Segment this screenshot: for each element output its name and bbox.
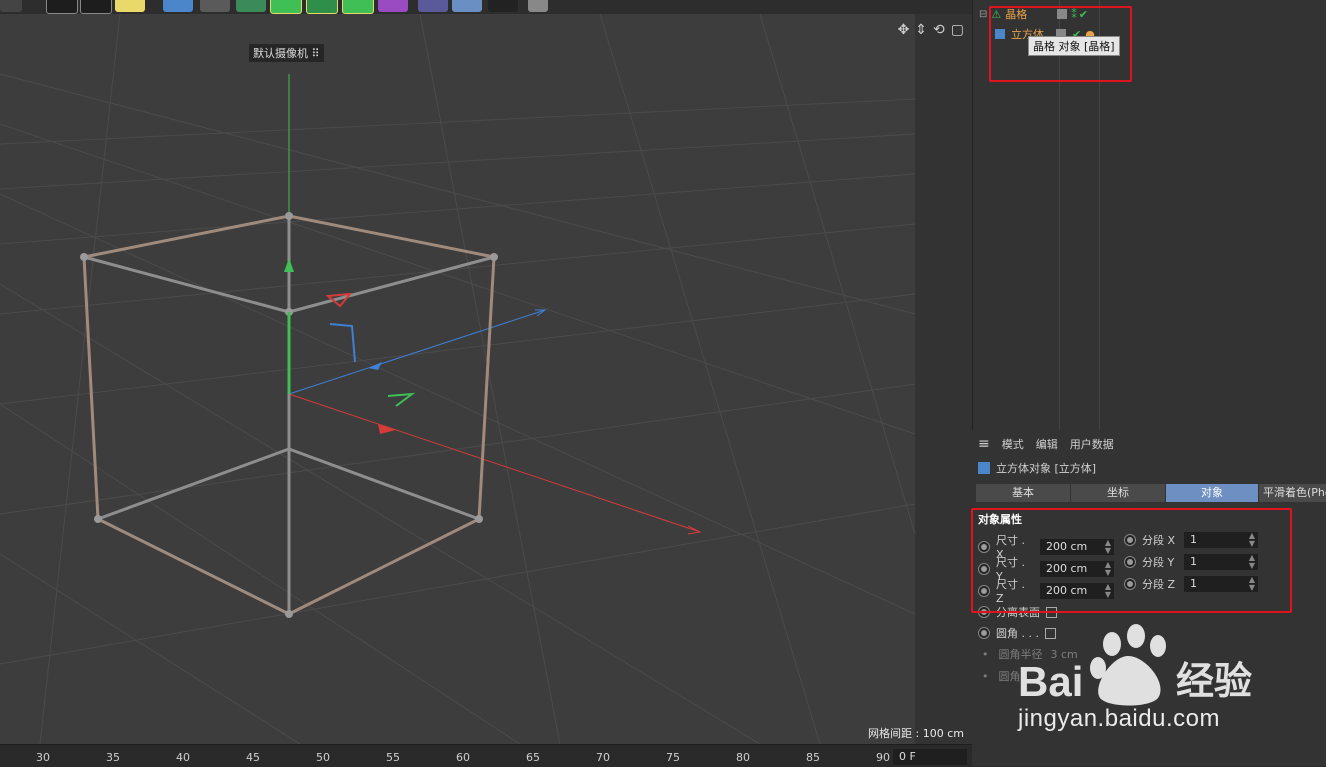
timeline-tick: 60 — [456, 751, 470, 764]
timeline-tick: 70 — [596, 751, 610, 764]
y-axis-arrow-head[interactable] — [284, 258, 294, 272]
x-axis-line — [288, 393, 701, 533]
grid-spacing-readout: 网格间距 : 100 cm — [868, 727, 964, 740]
attribute-tabs: 基本 坐标 对象 平滑着色(Pho — [976, 484, 1326, 502]
light-icon[interactable] — [528, 0, 548, 12]
play-icon[interactable] — [80, 0, 112, 14]
timeline-tick: 80 — [736, 751, 750, 764]
deformer-icon[interactable] — [378, 0, 408, 12]
move-view-icon[interactable]: ✥ — [898, 22, 910, 38]
camera-label-text: 默认摄像机 — [253, 47, 308, 60]
object-title: 立方体对象 [立方体] — [978, 460, 1096, 476]
floor-grid — [0, 14, 916, 744]
camera-label[interactable]: 默认摄像机 ⠿ — [249, 44, 324, 62]
timeline-tick: 45 — [246, 751, 260, 764]
spline-icon[interactable] — [200, 0, 230, 12]
object-title-text: 立方体对象 [立方体] — [996, 462, 1097, 475]
rotate-view-icon[interactable]: ⟲ — [933, 22, 945, 38]
floor-icon[interactable] — [452, 0, 482, 12]
disabled-dot-icon: • — [982, 647, 989, 661]
camera-icon: ⠿ — [311, 47, 320, 60]
viewport-canvas[interactable] — [0, 14, 972, 744]
array-icon[interactable] — [306, 0, 338, 14]
cube-icon — [978, 462, 990, 474]
timeline-tick: 35 — [106, 751, 120, 764]
rotation-handle-z[interactable] — [329, 323, 356, 363]
keyframe-radio[interactable] — [978, 627, 990, 639]
tab-basic[interactable]: 基本 — [976, 484, 1071, 502]
highlight-box-properties — [971, 508, 1292, 613]
viewport-side-strip — [915, 14, 972, 744]
deformer-group-icon[interactable] — [342, 0, 374, 14]
timeline-tick: 75 — [666, 751, 680, 764]
timeline-tick: 55 — [386, 751, 400, 764]
disabled-dot-icon: • — [982, 669, 989, 683]
menu-mode[interactable]: 模式 — [1002, 436, 1024, 452]
tab-object[interactable]: 对象 — [1166, 484, 1259, 502]
current-frame-field[interactable]: 0 F — [893, 749, 967, 765]
tab-coords[interactable]: 坐标 — [1071, 484, 1166, 502]
nurbs-icon[interactable] — [236, 0, 266, 12]
timeline-tick: 85 — [806, 751, 820, 764]
render-settings-icon[interactable] — [115, 0, 145, 12]
camera-icon[interactable] — [488, 0, 518, 12]
collapse-icon[interactable]: ⊟ — [979, 9, 987, 20]
timeline-tick: 40 — [176, 751, 190, 764]
render-view-icon[interactable] — [46, 0, 78, 14]
timeline-tick: 65 — [526, 751, 540, 764]
hamburger-menu-icon[interactable]: ≡ — [978, 436, 990, 452]
watermark-url: jingyan.baidu.com — [1018, 705, 1220, 732]
timeline-tick: 30 — [36, 751, 50, 764]
tab-phong[interactable]: 平滑着色(Pho — [1259, 484, 1326, 502]
viewport-navigation: ✥ ⇕ ⟲ ▢ — [898, 22, 964, 38]
environment-icon[interactable] — [418, 0, 448, 12]
toolbar-menu-icon[interactable] — [0, 0, 22, 12]
zoom-view-icon[interactable]: ⇕ — [915, 22, 927, 38]
menu-userdata[interactable]: 用户数据 — [1070, 436, 1114, 452]
highlight-box-objects — [989, 6, 1132, 82]
rotation-handle-y[interactable] — [387, 392, 416, 407]
top-toolbar — [0, 0, 972, 14]
attribute-menu-bar: ≡ 模式 编辑 用户数据 — [972, 434, 1326, 454]
timeline-tick: 50 — [316, 751, 330, 764]
z-axis-line — [288, 309, 546, 395]
3d-viewport[interactable]: ✥ ⇕ ⟲ ▢ 默认摄像机 ⠿ 网格间距 : 100 cm — [0, 14, 972, 744]
subdivision-icon[interactable] — [270, 0, 302, 14]
maximize-view-icon[interactable]: ▢ — [951, 22, 964, 38]
cube-wireframe[interactable] — [82, 214, 496, 616]
timeline[interactable]: 30 35 40 45 50 55 60 65 70 75 80 85 90 0… — [0, 744, 972, 767]
cube-primitive-icon[interactable] — [163, 0, 193, 12]
svg-text:Bai: Bai — [1018, 658, 1083, 705]
svg-text:经验: 经验 — [1176, 659, 1252, 703]
timeline-tick: 90 — [876, 751, 890, 764]
menu-edit[interactable]: 编辑 — [1036, 436, 1058, 452]
